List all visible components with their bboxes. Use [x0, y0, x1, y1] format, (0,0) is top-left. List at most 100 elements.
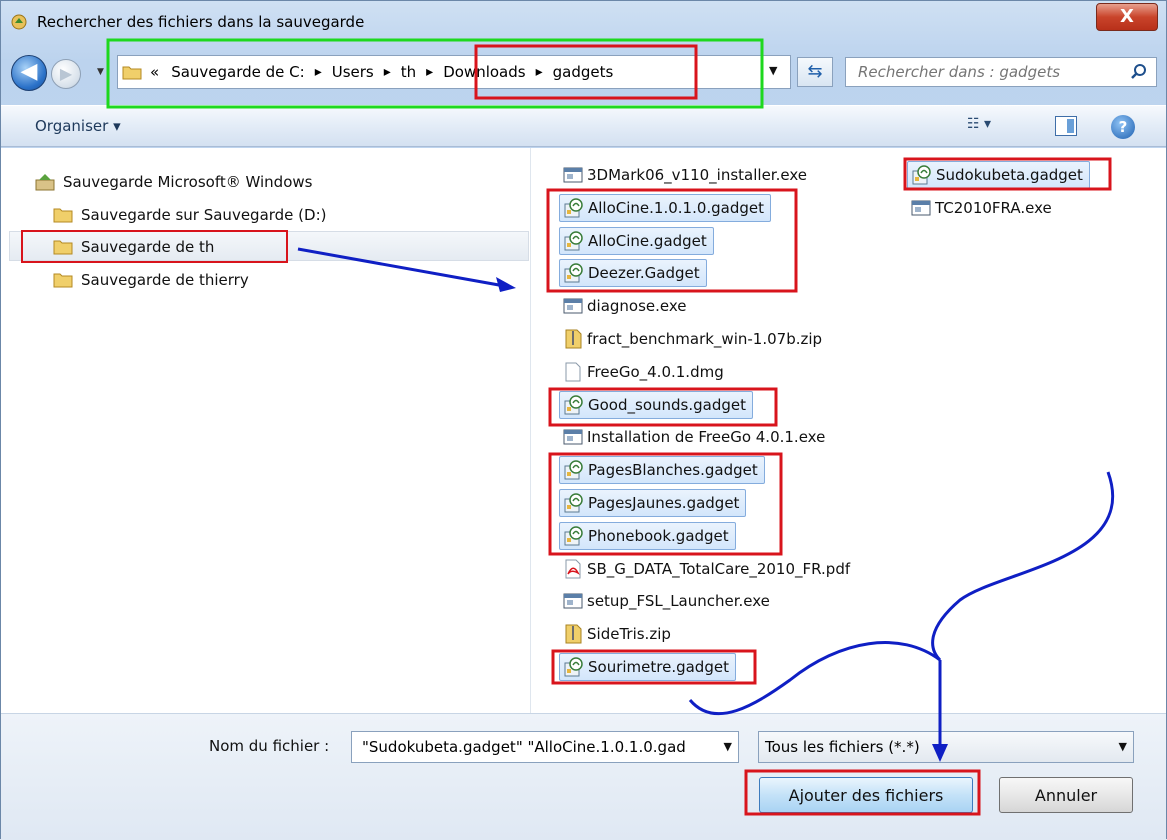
- gadget-icon: [564, 198, 584, 218]
- refresh-icon: ⇆: [807, 61, 823, 82]
- zip-icon: [563, 329, 583, 349]
- file-item[interactable]: Installation de FreeGo 4.0.1.exe: [559, 423, 831, 451]
- arrow-left-icon: ◀: [20, 59, 38, 84]
- address-segment-user[interactable]: th: [401, 63, 416, 81]
- file-name: 3DMark06_v110_installer.exe: [587, 166, 807, 184]
- file-item[interactable]: 3DMark06_v110_installer.exe: [559, 161, 813, 189]
- chevron-right-icon[interactable]: ▸: [426, 64, 433, 80]
- gadget-icon: [564, 394, 584, 415]
- gadget-icon: [564, 526, 584, 546]
- forward-button[interactable]: ▶: [51, 59, 81, 89]
- chevron-down-icon[interactable]: ▼: [724, 732, 732, 762]
- file-item[interactable]: setup_FSL_Launcher.exe: [559, 587, 776, 615]
- address-segment-users[interactable]: Users: [332, 63, 374, 81]
- folder-icon: [53, 240, 73, 255]
- nav-item-label: Sauvegarde de thierry: [81, 271, 249, 289]
- arrow-right-icon: ▶: [59, 64, 73, 83]
- refresh-button[interactable]: ⇆: [797, 57, 833, 87]
- gadget-icon: [564, 657, 584, 677]
- folder-icon: [53, 273, 73, 288]
- backup-restore-icon: [11, 14, 27, 30]
- file-item[interactable]: diagnose.exe: [559, 292, 693, 320]
- file-item[interactable]: TC2010FRA.exe: [907, 194, 1058, 222]
- organise-menu-button[interactable]: Organiser ▾: [35, 117, 121, 135]
- file-icon: [563, 362, 583, 382]
- address-segment-gadgets[interactable]: gadgets: [553, 63, 614, 81]
- nav-item-backup-d[interactable]: Sauvegarde sur Sauvegarde (D:): [53, 202, 327, 228]
- address-segment-drive[interactable]: Sauvegarde de C:: [171, 63, 305, 81]
- help-icon[interactable]: ?: [1111, 115, 1135, 139]
- file-list-pane: 3DMark06_v110_installer.exe AlloCine.1.0.…: [531, 148, 1166, 713]
- file-item[interactable]: Deezer.Gadget: [559, 259, 707, 288]
- exe-icon: [563, 427, 583, 447]
- address-bar[interactable]: « Sauvegarde de C: ▸ Users ▸ th ▸ Downlo…: [117, 55, 791, 89]
- file-item[interactable]: PagesBlanches.gadget: [559, 456, 765, 485]
- add-files-button[interactable]: Ajouter des fichiers: [759, 777, 973, 813]
- nav-item-backup-root[interactable]: Sauvegarde Microsoft® Windows: [35, 169, 312, 195]
- filename-label: Nom du fichier :: [209, 737, 330, 755]
- file-name: TC2010FRA.exe: [935, 198, 1052, 217]
- backup-icon: [35, 174, 55, 191]
- address-dropdown-icon[interactable]: ▼: [769, 64, 777, 77]
- cancel-button[interactable]: Annuler: [999, 777, 1133, 813]
- filename-value: "Sudokubeta.gadget" "AlloCine.1.0.1.0.ga…: [362, 738, 686, 756]
- navigation-pane: Sauvegarde Microsoft® Windows Sauvegarde…: [1, 148, 531, 713]
- pdf-icon: [563, 559, 583, 579]
- nav-item-backup-thierry[interactable]: Sauvegarde de thierry: [53, 267, 249, 293]
- chevron-right-icon[interactable]: ▸: [384, 64, 391, 80]
- file-name: Installation de FreeGo 4.0.1.exe: [587, 428, 826, 447]
- exe-icon: [563, 165, 583, 185]
- nav-item-label: Sauvegarde sur Sauvegarde (D:): [81, 206, 327, 224]
- chevron-right-icon[interactable]: ▸: [315, 64, 322, 80]
- file-name: setup_FSL_Launcher.exe: [587, 592, 770, 611]
- folder-icon: [53, 208, 73, 223]
- close-button[interactable]: X: [1096, 3, 1158, 31]
- file-item[interactable]: AlloCine.gadget: [559, 226, 714, 255]
- file-item[interactable]: SideTris.zip: [559, 620, 677, 648]
- file-name: Deezer.Gadget: [588, 264, 700, 283]
- file-item[interactable]: Sourimetre.gadget: [559, 653, 736, 681]
- chevron-down-icon[interactable]: ▼: [1119, 732, 1127, 762]
- gadget-icon: [912, 165, 932, 185]
- file-item[interactable]: AlloCine.1.0.1.0.gadget: [559, 193, 772, 222]
- address-overflow[interactable]: «: [150, 63, 159, 81]
- preview-pane-icon[interactable]: [1055, 116, 1077, 136]
- file-item[interactable]: fract_benchmark_win-1.07b.zip: [559, 325, 828, 353]
- command-toolbar: Organiser ▾ ☷ ▾ ?: [1, 105, 1166, 147]
- filetype-value: Tous les fichiers (*.*): [765, 738, 920, 756]
- window-title: Rechercher des fichiers dans la sauvegar…: [37, 13, 365, 31]
- file-name: Sudokubeta.gadget: [936, 166, 1083, 184]
- search-input[interactable]: [846, 58, 1126, 86]
- filename-field[interactable]: "Sudokubeta.gadget" "AlloCine.1.0.1.0.ga…: [351, 731, 739, 763]
- file-item[interactable]: PagesJaunes.gadget: [559, 489, 747, 517]
- zip-icon: [563, 624, 583, 644]
- filetype-select[interactable]: Tous les fichiers (*.*) ▼: [758, 731, 1134, 763]
- file-item[interactable]: Good_sounds.gadget: [559, 390, 753, 419]
- file-name: SideTris.zip: [587, 625, 671, 644]
- file-name: PagesBlanches.gadget: [588, 461, 758, 480]
- exe-icon: [911, 198, 931, 218]
- file-item[interactable]: Sudokubeta.gadget: [907, 161, 1090, 189]
- chevron-right-icon[interactable]: ▸: [536, 64, 543, 80]
- file-name: diagnose.exe: [587, 297, 687, 316]
- file-name: SB_G_DATA_TotalCare_2010_FR.pdf: [587, 559, 851, 578]
- search-icon[interactable]: [1130, 63, 1148, 81]
- file-name: PagesJaunes.gadget: [588, 494, 740, 512]
- file-name: fract_benchmark_win-1.07b.zip: [587, 330, 823, 348]
- folder-icon: [122, 66, 142, 80]
- back-button[interactable]: ◀: [11, 55, 47, 91]
- nav-item-backup-th[interactable]: Sauvegarde de th: [53, 234, 214, 260]
- exe-icon: [563, 296, 583, 316]
- file-name: FreeGo_4.0.1.dmg: [587, 362, 724, 381]
- file-item[interactable]: FreeGo_4.0.1.dmg: [559, 358, 730, 386]
- file-item[interactable]: SB_G_DATA_TotalCare_2010_FR.pdf: [559, 555, 856, 583]
- search-box: [845, 57, 1157, 87]
- history-dropdown-icon[interactable]: ▼: [97, 67, 104, 77]
- file-item[interactable]: Phonebook.gadget: [559, 521, 736, 550]
- dialog-footer: Nom du fichier : "Sudokubeta.gadget" "Al…: [1, 713, 1166, 840]
- file-dialog: Rechercher des fichiers dans la sauvegar…: [0, 0, 1167, 840]
- file-name: Sourimetre.gadget: [588, 658, 729, 676]
- view-options-button[interactable]: ☷ ▾: [967, 116, 991, 132]
- address-segment-downloads[interactable]: Downloads: [443, 63, 525, 81]
- file-name: AlloCine.gadget: [588, 231, 707, 250]
